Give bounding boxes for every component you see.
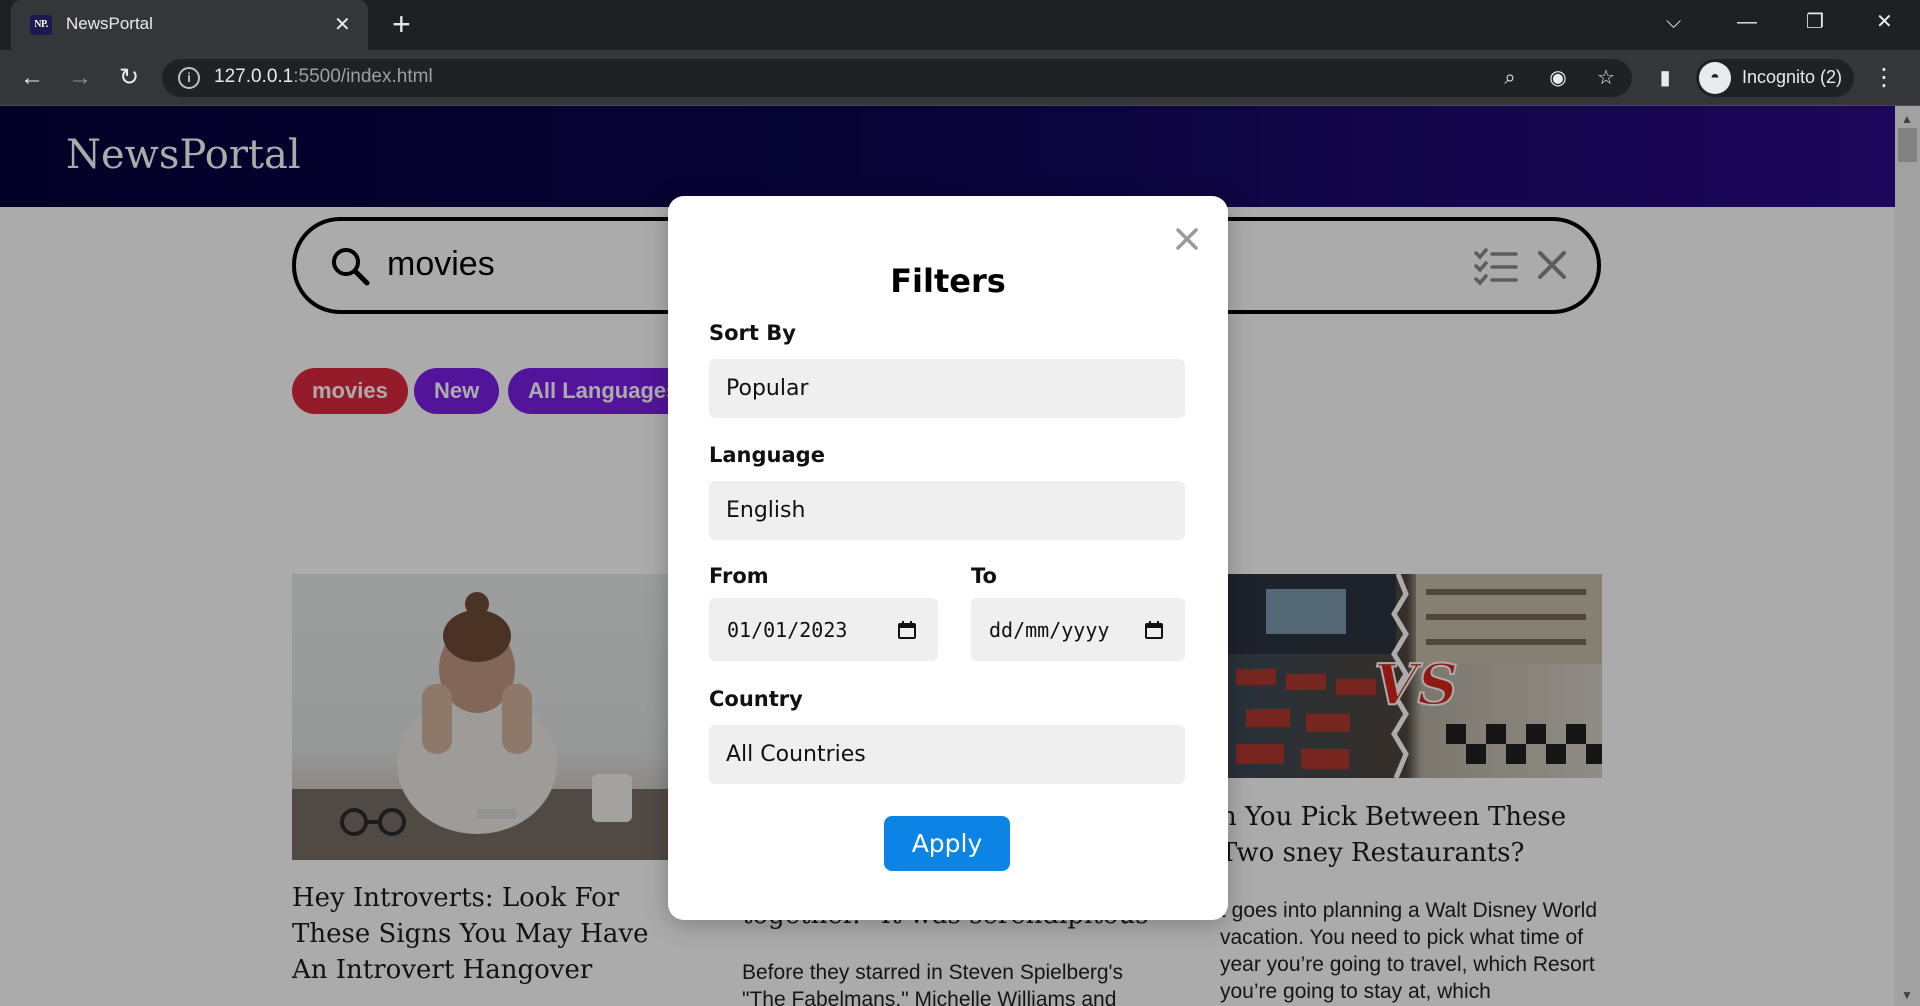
reload-icon[interactable]: ↻	[113, 62, 145, 94]
sort-by-label: Sort By	[709, 321, 796, 345]
tracking-eye-off-icon[interactable]: ◉	[1544, 64, 1572, 92]
browser-tab[interactable]: NP. NewsPortal ✕	[11, 0, 368, 50]
side-panel-icon[interactable]: ▮	[1651, 64, 1679, 92]
incognito-label: Incognito (2)	[1742, 67, 1843, 87]
to-date-value: dd/mm/yyyy	[989, 617, 1110, 642]
site-info-icon[interactable]: i	[178, 67, 200, 89]
tab-title: NewsPortal	[66, 14, 153, 33]
zoom-icon[interactable]: ⌕	[1496, 64, 1524, 92]
country-label: Country	[709, 687, 803, 711]
language-select[interactable]: English	[709, 481, 1185, 540]
back-arrow-icon[interactable]: ←	[16, 62, 48, 94]
incognito-icon: ◓	[1699, 62, 1731, 94]
filters-modal	[668, 196, 1228, 920]
from-date-value: 01/01/2023	[727, 617, 848, 642]
tab-close-icon[interactable]: ✕	[334, 13, 351, 37]
site-favicon-icon: NP.	[30, 15, 52, 35]
modal-title: Filters	[890, 262, 1006, 300]
sort-by-select[interactable]: Popular	[709, 359, 1185, 418]
restore-icon[interactable]: ❐	[1806, 10, 1824, 34]
tab-search-chevron-icon[interactable]: ⌵	[1666, 10, 1681, 34]
language-label: Language	[709, 443, 825, 467]
bookmark-star-icon[interactable]: ☆	[1592, 64, 1620, 92]
minimize-icon[interactable]: —	[1737, 10, 1757, 34]
to-calendar-icon[interactable]	[1144, 620, 1164, 640]
forward-arrow-icon[interactable]: →	[64, 62, 96, 94]
window-close-icon[interactable]: ✕	[1876, 10, 1893, 34]
apply-button[interactable]: Apply	[884, 816, 1010, 871]
browser-menu-icon[interactable]: ⋮	[1872, 62, 1896, 94]
address-url[interactable]: 127.0.0.1:5500/index.html	[214, 66, 433, 88]
modal-close-icon[interactable]	[1170, 222, 1204, 256]
from-calendar-icon[interactable]	[897, 620, 917, 640]
country-select[interactable]: All Countries	[709, 725, 1185, 784]
new-tab-plus-icon[interactable]: +	[392, 8, 411, 40]
to-date-label: To	[971, 564, 997, 588]
from-date-label: From	[709, 564, 769, 588]
